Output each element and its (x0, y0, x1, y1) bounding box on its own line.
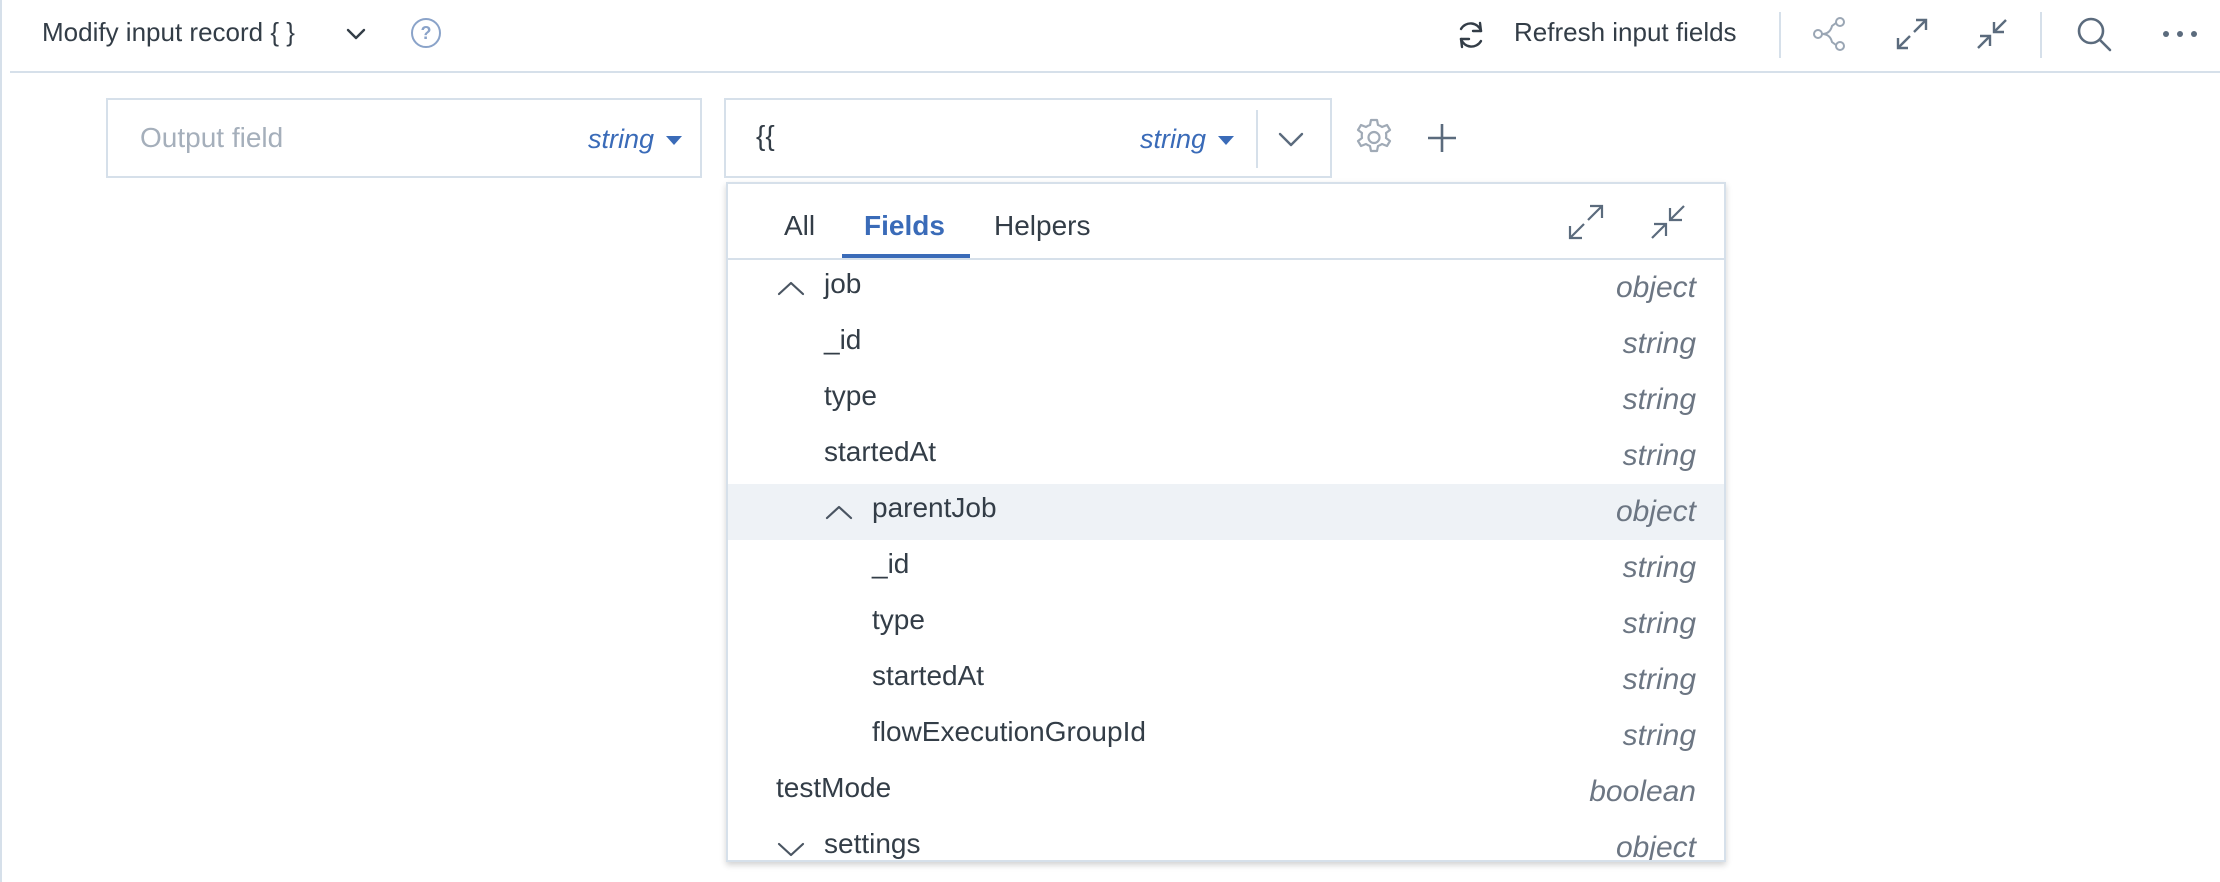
refresh-icon (1459, 21, 1483, 49)
field-picker-dropdown: All Fields Helpers job object _id string typ… (726, 182, 1726, 862)
field-row[interactable]: startedAt string (728, 428, 1724, 484)
plus-icon[interactable] (1424, 120, 1460, 156)
tab-all[interactable]: All (784, 210, 815, 256)
field-row[interactable]: flowExecutionGroupId string (728, 708, 1724, 764)
chevron-up-icon[interactable] (776, 274, 806, 304)
field-name: testMode (776, 772, 892, 803)
field-name: _id (824, 324, 862, 355)
field-type: string (1622, 439, 1696, 472)
gear-icon[interactable] (1352, 116, 1396, 160)
field-type: boolean (1589, 775, 1696, 808)
collapse-icon[interactable] (1972, 14, 2012, 54)
field-type: string (1622, 383, 1696, 416)
field-row[interactable]: type string (728, 372, 1724, 428)
field-row[interactable]: testMode boolean (728, 764, 1724, 820)
header-divider (2040, 12, 2042, 58)
active-tab-indicator (842, 254, 970, 258)
output-field: string (106, 98, 702, 178)
field-type: string (1622, 607, 1696, 640)
field-row[interactable]: startedAt string (728, 652, 1724, 708)
field-name: _id (872, 548, 910, 579)
expression-input[interactable]: {{ (756, 120, 775, 152)
field-name: job (824, 268, 862, 299)
field-name: settings (824, 828, 921, 859)
field-type: string (1622, 719, 1696, 752)
field-type: string (1622, 663, 1696, 696)
field-row[interactable]: type string (728, 596, 1724, 652)
expand-icon[interactable] (1892, 14, 1932, 54)
expression-type-label: string (1140, 124, 1207, 154)
refresh-input-fields-label: Refresh input fields (1514, 17, 1737, 47)
field-name: parentJob (872, 492, 997, 523)
output-type-label: string (588, 124, 655, 154)
field-type: object (1615, 831, 1696, 862)
more-icon[interactable] (2160, 14, 2200, 54)
chevron-down-icon[interactable] (776, 834, 806, 862)
caret-down-icon (1218, 136, 1235, 146)
expression-type-select[interactable]: string (1140, 124, 1235, 158)
header-bar: Modify input record { } ? Refresh input … (10, 0, 2220, 73)
field-row[interactable]: parentJob object (728, 484, 1724, 540)
field-type: object (1615, 495, 1696, 528)
page-title: Modify input record { } (42, 17, 295, 47)
field-name: startedAt (872, 660, 985, 691)
collapse-icon[interactable] (1646, 200, 1690, 244)
search-icon[interactable] (2074, 14, 2114, 54)
tab-helpers[interactable]: Helpers (994, 210, 1090, 256)
chevron-down-icon[interactable] (342, 20, 370, 48)
chevron-up-icon[interactable] (824, 498, 854, 528)
expression-divider (1256, 110, 1258, 168)
dropdown-tabs: All Fields Helpers (728, 184, 1724, 260)
output-field-input[interactable] (138, 118, 538, 158)
output-type-select[interactable]: string (588, 124, 683, 158)
expression-field[interactable]: {{ string (724, 98, 1332, 178)
help-circle-icon[interactable]: ? (411, 18, 441, 48)
app-frame: Modify input record { } ? Refresh input … (0, 0, 2220, 882)
field-row[interactable]: _id string (728, 540, 1724, 596)
field-row[interactable]: _id string (728, 316, 1724, 372)
field-type: string (1622, 327, 1696, 360)
share-nodes-icon[interactable] (1810, 14, 1850, 54)
field-name: type (824, 380, 877, 411)
chevron-down-icon[interactable] (1274, 122, 1308, 156)
field-name: type (872, 604, 925, 635)
expand-icon[interactable] (1564, 200, 1608, 244)
field-name: flowExecutionGroupId (872, 716, 1146, 747)
field-row[interactable]: job object (728, 260, 1724, 316)
field-name: startedAt (824, 436, 937, 467)
header-divider (1779, 12, 1781, 58)
field-row[interactable]: settings object (728, 820, 1724, 862)
field-type: object (1615, 271, 1696, 304)
field-type: string (1622, 551, 1696, 584)
refresh-input-fields-button[interactable]: Refresh input fields (1454, 12, 1764, 56)
caret-down-icon (666, 136, 683, 146)
tab-fields[interactable]: Fields (864, 210, 945, 256)
